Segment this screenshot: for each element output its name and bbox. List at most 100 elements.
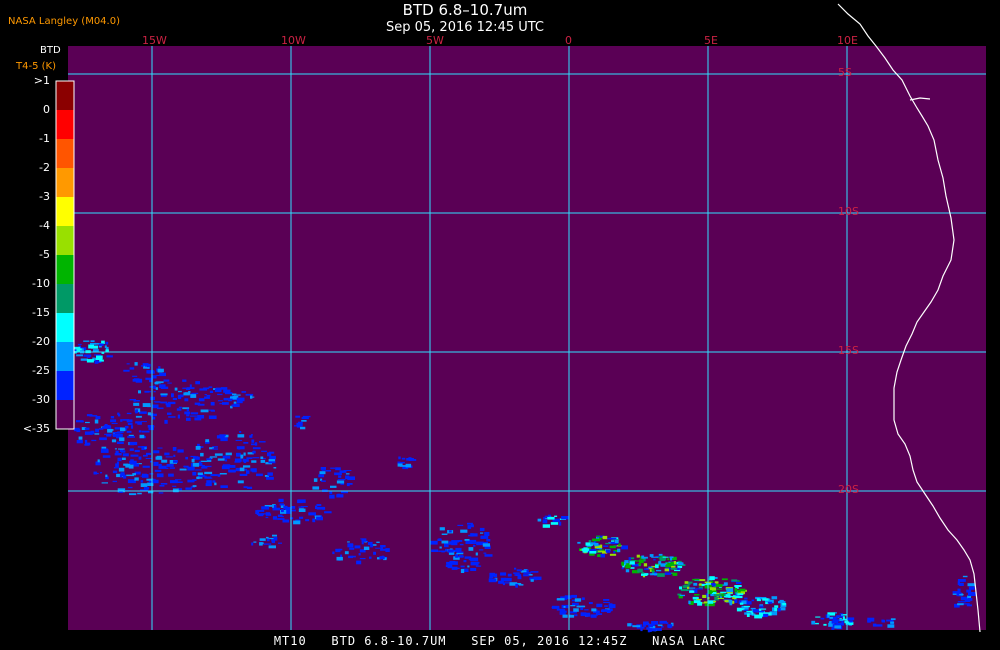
btd-pixel: [523, 572, 532, 574]
btd-pixel: [261, 506, 270, 510]
btd-pixel: [455, 554, 458, 558]
btd-pixel: [120, 427, 126, 432]
btd-pixel: [204, 471, 213, 475]
longitude-label: 5E: [704, 34, 718, 47]
btd-pixel: [222, 402, 229, 405]
btd-pixel: [459, 543, 464, 546]
btd-pixel: [588, 549, 597, 551]
btd-pixel: [105, 474, 108, 477]
btd-pixel: [259, 538, 266, 541]
btd-pixel: [667, 558, 670, 561]
btd-pixel: [237, 434, 245, 438]
btd-pixel: [547, 516, 555, 520]
btd-pixel: [158, 366, 161, 369]
btd-pixel: [401, 457, 406, 460]
btd-pixel: [78, 436, 83, 440]
btd-pixel: [129, 460, 137, 465]
btd-pixel: [489, 576, 493, 579]
btd-pixel: [119, 437, 125, 442]
btd-pixel: [606, 609, 611, 613]
btd-pixel: [174, 387, 178, 391]
btd-pixel: [178, 406, 182, 408]
btd-pixel: [118, 467, 125, 472]
btd-pixel: [212, 480, 216, 483]
btd-pixel: [101, 340, 105, 344]
btd-pixel: [551, 606, 554, 608]
btd-pixel: [157, 368, 164, 373]
btd-pixel: [251, 443, 256, 446]
btd-pixel: [339, 470, 347, 473]
btd-pixel: [758, 605, 764, 608]
btd-pixel: [336, 480, 345, 484]
btd-pixel: [603, 601, 610, 603]
btd-pixel: [724, 600, 729, 603]
btd-pixel: [844, 620, 849, 624]
btd-pixel: [221, 465, 230, 470]
btd-pixel: [149, 386, 156, 388]
btd-pixel: [206, 458, 212, 461]
btd-pixel: [439, 546, 442, 549]
btd-pixel: [731, 579, 738, 582]
btd-pixel: [437, 538, 442, 541]
legend-color-bar: [55, 80, 75, 430]
btd-pixel: [670, 567, 677, 570]
btd-pixel: [129, 441, 138, 446]
btd-pixel: [268, 461, 276, 464]
btd-pixel: [523, 574, 530, 577]
btd-pixel: [479, 527, 485, 531]
btd-pixel: [135, 415, 142, 418]
btd-pixel: [460, 529, 468, 533]
btd-pixel: [636, 554, 640, 558]
btd-pixel: [624, 560, 629, 564]
btd-pixel: [516, 569, 522, 572]
btd-pixel: [643, 563, 648, 567]
btd-pixel: [118, 448, 125, 450]
btd-pixel: [117, 414, 121, 417]
btd-pixel: [608, 537, 617, 540]
longitude-label: 10E: [837, 34, 858, 47]
btd-pixel: [658, 561, 662, 565]
btd-pixel: [635, 560, 643, 562]
btd-pixel: [191, 458, 195, 463]
btd-pixel: [122, 453, 129, 457]
btd-pixel: [135, 421, 142, 424]
btd-pixel: [236, 446, 245, 450]
btd-pixel: [734, 588, 738, 592]
btd-pixel: [161, 459, 168, 463]
btd-pixel: [263, 543, 272, 545]
btd-pixel: [558, 521, 562, 526]
btd-pixel: [257, 509, 265, 512]
btd-pixel: [600, 553, 605, 558]
btd-pixel: [152, 416, 156, 420]
btd-pixel: [265, 516, 269, 519]
btd-pixel: [431, 549, 439, 552]
btd-pixel: [142, 465, 150, 468]
btd-pixel: [687, 586, 690, 589]
btd-pixel: [260, 513, 267, 515]
btd-pixel: [177, 449, 184, 453]
btd-pixel: [129, 448, 134, 451]
btd-pixel: [716, 584, 723, 587]
btd-pixel: [507, 573, 512, 577]
btd-pixel: [321, 480, 326, 482]
btd-pixel: [329, 494, 335, 499]
btd-pixel: [571, 594, 577, 598]
btd-pixel: [77, 343, 82, 345]
btd-pixel: [405, 463, 412, 468]
btd-pixel: [758, 608, 767, 610]
btd-pixel: [313, 478, 318, 482]
btd-pixel: [139, 434, 145, 439]
btd-pixel: [308, 512, 316, 516]
btd-pixel: [171, 393, 174, 398]
btd-pixel: [97, 459, 100, 463]
btd-pixel: [577, 541, 581, 544]
btd-pixel: [119, 474, 123, 478]
btd-pixel: [530, 579, 534, 582]
btd-pixel: [457, 524, 464, 526]
btd-pixel: [236, 397, 245, 402]
btd-pixel: [602, 535, 608, 540]
btd-pixel: [596, 535, 600, 537]
btd-pixel: [173, 460, 178, 463]
btd-pixel: [692, 578, 700, 581]
btd-pixel: [665, 564, 669, 568]
